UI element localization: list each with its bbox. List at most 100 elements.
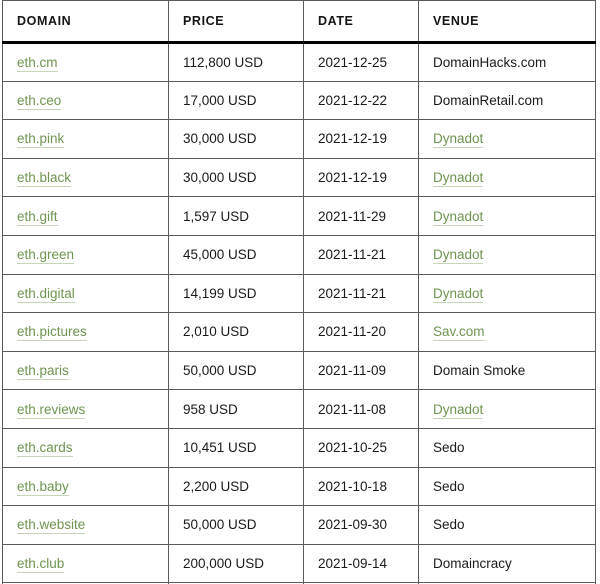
cell-domain: eth.black bbox=[2, 158, 169, 198]
cell-domain: eth.digital bbox=[2, 274, 169, 314]
venue-link[interactable]: Dynadot bbox=[433, 401, 484, 419]
cell-price: 45,000 USD bbox=[168, 235, 304, 275]
cell-domain: eth.ceo bbox=[2, 81, 169, 121]
cell-price: 30,000 USD bbox=[168, 119, 304, 159]
table-row: eth.cards 10,451 USD 2021-10-25 Sedo bbox=[2, 428, 596, 468]
cell-date: 2021-11-29 bbox=[303, 196, 419, 236]
cell-price: 2,010 USD bbox=[168, 312, 304, 352]
cell-date: 2021-11-09 bbox=[303, 351, 419, 391]
table-row: eth.club 200,000 USD 2021-09-14 Domaincracy bbox=[2, 544, 596, 584]
cell-price: 10,451 USD bbox=[168, 428, 304, 468]
table-row: eth.pink 30,000 USD 2021-12-19 Dynadot bbox=[2, 119, 596, 159]
cell-date: 2021-09-14 bbox=[303, 544, 419, 584]
domain-link[interactable]: eth.reviews bbox=[17, 401, 86, 419]
cell-date: 2021-12-19 bbox=[303, 158, 419, 198]
cell-domain: eth.cm bbox=[2, 42, 169, 82]
cell-venue: Sedo bbox=[418, 467, 596, 507]
cell-date: 2021-11-21 bbox=[303, 235, 419, 275]
domain-link[interactable]: eth.pictures bbox=[17, 324, 87, 342]
table-row: eth.black 30,000 USD 2021-12-19 Dynadot bbox=[2, 158, 596, 198]
cell-price: 958 USD bbox=[168, 389, 304, 429]
domain-link[interactable]: eth.green bbox=[17, 247, 75, 265]
cell-price: 50,000 USD bbox=[168, 351, 304, 391]
cell-price: 2,200 USD bbox=[168, 467, 304, 507]
domain-link[interactable]: eth.gift bbox=[17, 208, 58, 226]
cell-domain: eth.gift bbox=[2, 196, 169, 236]
cell-domain: eth.club bbox=[2, 544, 169, 584]
table-header: DOMAIN PRICE DATE VENUE bbox=[2, 0, 596, 44]
venue-text: Sedo bbox=[433, 440, 465, 456]
venue-text: Sedo bbox=[433, 478, 465, 494]
cell-venue: Dynadot bbox=[418, 196, 596, 236]
cell-venue: Sedo bbox=[418, 428, 596, 468]
venue-text: DomainRetail.com bbox=[433, 92, 544, 108]
cell-price: 17,000 USD bbox=[168, 81, 304, 121]
table-body: eth.cm 112,800 USD 2021-12-25 DomainHacks.c… bbox=[2, 42, 596, 584]
venue-text: Domaincracy bbox=[433, 556, 512, 572]
cell-venue: Dynadot bbox=[418, 235, 596, 275]
domain-link[interactable]: eth.cards bbox=[17, 440, 73, 458]
cell-date: 2021-10-25 bbox=[303, 428, 419, 468]
domain-link[interactable]: eth.website bbox=[17, 517, 86, 535]
cell-venue: DomainRetail.com bbox=[418, 81, 596, 121]
venue-text: DomainHacks.com bbox=[433, 54, 547, 70]
venue-text: Domain Smoke bbox=[433, 363, 526, 379]
cell-date: 2021-12-19 bbox=[303, 119, 419, 159]
cell-domain: eth.cards bbox=[2, 428, 169, 468]
cell-venue: Dynadot bbox=[418, 119, 596, 159]
domain-link[interactable]: eth.pink bbox=[17, 131, 65, 149]
cell-domain: eth.website bbox=[2, 505, 169, 545]
venue-link[interactable]: Dynadot bbox=[433, 285, 484, 303]
domain-link[interactable]: eth.cm bbox=[17, 54, 58, 72]
domain-link[interactable]: eth.club bbox=[17, 556, 65, 574]
column-header-date[interactable]: DATE bbox=[303, 0, 419, 44]
cell-price: 50,000 USD bbox=[168, 505, 304, 545]
table-row: eth.green 45,000 USD 2021-11-21 Dynadot bbox=[2, 235, 596, 275]
domain-link[interactable]: eth.ceo bbox=[17, 92, 62, 110]
table-row: eth.ceo 17,000 USD 2021-12-22 DomainRetail.… bbox=[2, 81, 596, 121]
cell-price: 1,597 USD bbox=[168, 196, 304, 236]
cell-venue: Dynadot bbox=[418, 274, 596, 314]
table-row: eth.baby 2,200 USD 2021-10-18 Sedo bbox=[2, 467, 596, 507]
cell-price: 14,199 USD bbox=[168, 274, 304, 314]
domain-link[interactable]: eth.digital bbox=[17, 285, 75, 303]
table-row: eth.pictures 2,010 USD 2021-11-20 Sav.com bbox=[2, 312, 596, 352]
cell-date: 2021-11-20 bbox=[303, 312, 419, 352]
cell-venue: Domaincracy bbox=[418, 544, 596, 584]
domain-link[interactable]: eth.black bbox=[17, 170, 72, 188]
cell-price: 112,800 USD bbox=[168, 42, 304, 82]
venue-link[interactable]: Sav.com bbox=[433, 324, 485, 342]
cell-venue: Domain Smoke bbox=[418, 351, 596, 391]
venue-link[interactable]: Dynadot bbox=[433, 208, 484, 226]
cell-price: 200,000 USD bbox=[168, 544, 304, 584]
cell-venue: DomainHacks.com bbox=[418, 42, 596, 82]
venue-link[interactable]: Dynadot bbox=[433, 170, 484, 188]
cell-date: 2021-12-25 bbox=[303, 42, 419, 82]
column-header-domain[interactable]: DOMAIN bbox=[2, 0, 169, 44]
column-header-price[interactable]: PRICE bbox=[168, 0, 304, 44]
cell-venue: Sav.com bbox=[418, 312, 596, 352]
domain-sales-table-container: DOMAIN PRICE DATE VENUE eth.cm 112,800 US… bbox=[0, 0, 600, 584]
cell-domain: eth.green bbox=[2, 235, 169, 275]
cell-domain: eth.baby bbox=[2, 467, 169, 507]
cell-venue: Sedo bbox=[418, 505, 596, 545]
table-header-row: DOMAIN PRICE DATE VENUE bbox=[2, 0, 596, 44]
venue-text: Sedo bbox=[433, 517, 465, 533]
venue-link[interactable]: Dynadot bbox=[433, 131, 484, 149]
column-header-venue[interactable]: VENUE bbox=[418, 0, 596, 44]
cell-domain: eth.reviews bbox=[2, 389, 169, 429]
table-row: eth.reviews 958 USD 2021-11-08 Dynadot bbox=[2, 389, 596, 429]
domain-link[interactable]: eth.paris bbox=[17, 363, 69, 381]
cell-price: 30,000 USD bbox=[168, 158, 304, 198]
cell-domain: eth.pink bbox=[2, 119, 169, 159]
domain-link[interactable]: eth.baby bbox=[17, 478, 69, 496]
table-row: eth.digital 14,199 USD 2021-11-21 Dynadot bbox=[2, 274, 596, 314]
cell-domain: eth.paris bbox=[2, 351, 169, 391]
venue-link[interactable]: Dynadot bbox=[433, 247, 484, 265]
cell-domain: eth.pictures bbox=[2, 312, 169, 352]
domain-sales-table: DOMAIN PRICE DATE VENUE eth.cm 112,800 US… bbox=[2, 0, 596, 584]
cell-date: 2021-10-18 bbox=[303, 467, 419, 507]
table-row: eth.cm 112,800 USD 2021-12-25 DomainHacks.c… bbox=[2, 42, 596, 82]
table-row: eth.gift 1,597 USD 2021-11-29 Dynadot bbox=[2, 196, 596, 236]
cell-date: 2021-11-21 bbox=[303, 274, 419, 314]
